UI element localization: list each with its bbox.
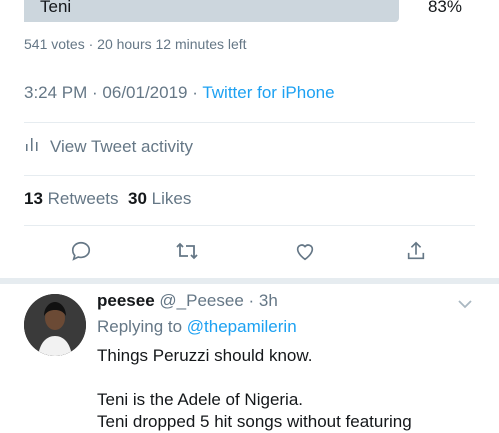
tweet-stats: 13 Retweets 30 Likes [24, 189, 191, 209]
like-icon [294, 240, 316, 267]
reply-tweet[interactable]: peesee @_Peesee · 3h Replying to @thepam… [0, 284, 499, 431]
chevron-down-icon[interactable] [455, 294, 475, 319]
reply-handle-time: @_Peesee · 3h [159, 291, 278, 310]
poll-bar [24, 0, 399, 22]
divider [24, 122, 475, 123]
divider [24, 225, 475, 226]
reply-text: Things Peruzzi should know. Teni is the … [97, 346, 412, 431]
share-icon [405, 240, 427, 267]
reply-header: peesee @_Peesee · 3h [97, 291, 278, 311]
retweet-count: 13 [24, 189, 43, 208]
retweet-label: Retweets [47, 189, 119, 208]
poll-option-percent: 83% [427, 0, 462, 16]
share-button[interactable] [401, 238, 431, 268]
reply-button[interactable] [66, 238, 96, 268]
analytics-icon [24, 136, 50, 157]
tweet-time-date: 3:24 PM · 06/01/2019 · [24, 83, 203, 102]
avatar[interactable] [24, 294, 86, 356]
reply-author-name[interactable]: peesee [97, 291, 155, 310]
like-count: 30 [127, 189, 147, 208]
likes-stat[interactable]: 30 Likes [128, 189, 191, 208]
retweets-stat[interactable]: 13 Retweets [24, 189, 119, 208]
tweet-timestamp: 3:24 PM · 06/01/2019 · Twitter for iPhon… [24, 83, 335, 103]
retweet-button[interactable] [172, 238, 202, 268]
reply-icon [70, 240, 92, 267]
divider [24, 175, 475, 176]
view-tweet-activity-link[interactable]: View Tweet activity [24, 136, 193, 157]
poll-option-label: Teni [40, 0, 72, 16]
poll-option: Teni 83% [24, 0, 475, 22]
replying-to-prefix: Replying to [97, 317, 187, 336]
retweet-icon [175, 240, 199, 267]
replying-to-link[interactable]: @thepamilerin [187, 317, 297, 336]
like-label: Likes [151, 189, 192, 208]
tweet-action-bar [0, 238, 499, 268]
tweet-source-link[interactable]: Twitter for iPhone [202, 83, 334, 102]
view-tweet-activity-label: View Tweet activity [50, 136, 193, 156]
replying-to: Replying to @thepamilerin [97, 317, 297, 337]
poll-meta: 541 votes · 20 hours 12 minutes left [24, 36, 247, 52]
like-button[interactable] [290, 238, 320, 268]
